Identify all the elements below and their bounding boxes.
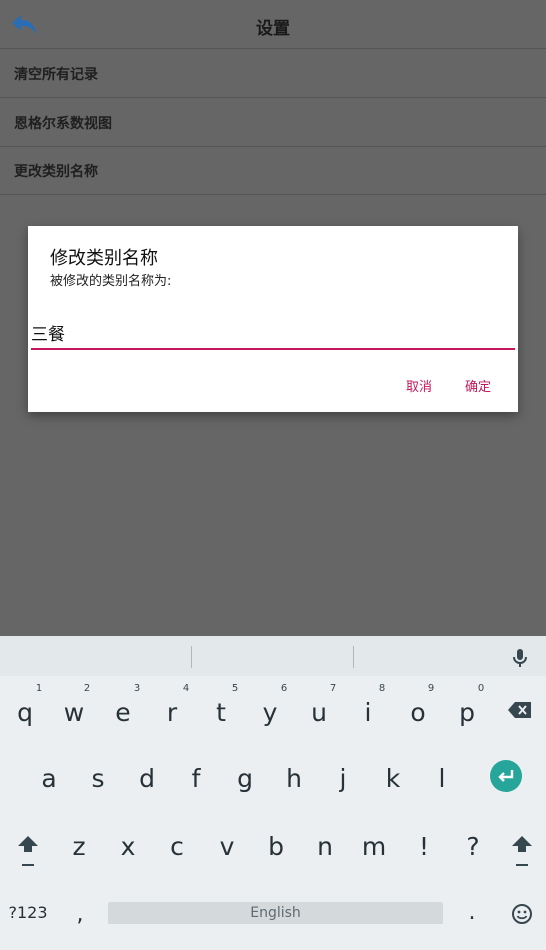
key-r[interactable]: r (160, 698, 184, 727)
key-hint: 2 (83, 683, 91, 694)
key-q[interactable]: q (13, 698, 37, 727)
settings-item-label: 清空所有记录 (14, 67, 98, 83)
key-n[interactable]: n (313, 832, 337, 861)
key-hint: 7 (329, 683, 337, 694)
settings-item-rename-category[interactable]: 更改类别名称 (0, 146, 546, 195)
shift-icon (18, 836, 38, 866)
key-b[interactable]: b (264, 832, 288, 861)
key-u[interactable]: u (307, 698, 331, 727)
shift-key-right[interactable] (508, 832, 536, 874)
backspace-key[interactable] (504, 698, 536, 727)
settings-item-label: 恩格尔系数视图 (14, 116, 112, 132)
space-bar[interactable]: English (108, 902, 443, 924)
settings-item-label: 更改类别名称 (14, 164, 98, 180)
key-d[interactable]: d (135, 764, 159, 793)
mic-icon (513, 649, 527, 667)
backspace-icon (508, 702, 531, 718)
key-hint: 0 (477, 683, 485, 694)
key-hint: 6 (280, 683, 288, 694)
suggestion-strip[interactable] (0, 636, 546, 676)
dialog-title: 修改类别名称 (50, 248, 158, 269)
suggestion-divider (191, 646, 192, 668)
key-m[interactable]: m (360, 832, 388, 861)
key-p[interactable]: p (455, 698, 479, 727)
key-w[interactable]: w (62, 698, 86, 727)
key-hint: 9 (427, 683, 435, 694)
settings-item-engel-view[interactable]: 恩格尔系数视图 (0, 98, 546, 147)
key-x[interactable]: x (116, 832, 140, 861)
soft-keyboard: q w e r t y u i o p 1 2 3 4 5 6 7 8 9 0 … (0, 636, 546, 950)
key-i[interactable]: i (356, 698, 380, 727)
key-y[interactable]: y (258, 698, 282, 727)
key-exclamation[interactable]: ! (412, 832, 436, 861)
key-a[interactable]: a (37, 764, 61, 793)
key-hint: 8 (378, 683, 386, 694)
shift-icon (512, 836, 532, 866)
rename-category-dialog: 修改类别名称 被修改的类别名称为: 取消 确定 (28, 226, 518, 412)
key-s[interactable]: s (86, 764, 110, 793)
key-g[interactable]: g (233, 764, 257, 793)
key-e[interactable]: e (111, 698, 135, 727)
key-j[interactable]: j (331, 764, 355, 793)
suggestion-divider (353, 646, 354, 668)
app-bar: 设置 (0, 0, 546, 49)
emoji-icon (512, 904, 532, 924)
key-hint: 4 (182, 683, 190, 694)
cancel-button[interactable]: 取消 (406, 376, 432, 395)
key-hint: 1 (35, 683, 43, 694)
symbols-key[interactable]: ?123 (4, 903, 52, 922)
comma-key[interactable]: , (68, 902, 92, 927)
settings-item-clear-records[interactable]: 清空所有记录 (0, 49, 546, 98)
key-t[interactable]: t (209, 698, 233, 727)
key-f[interactable]: f (184, 764, 208, 793)
key-v[interactable]: v (215, 832, 239, 861)
key-question[interactable]: ? (461, 832, 485, 861)
confirm-button[interactable]: 确定 (465, 376, 491, 395)
key-z[interactable]: z (67, 832, 91, 861)
emoji-key[interactable] (510, 902, 534, 931)
key-h[interactable]: h (282, 764, 306, 793)
key-hint: 5 (231, 683, 239, 694)
enter-arrow-icon (498, 770, 514, 782)
key-hint: 3 (133, 683, 141, 694)
enter-key[interactable] (490, 760, 522, 792)
key-o[interactable]: o (406, 698, 430, 727)
shift-key-left[interactable] (14, 832, 42, 874)
category-name-input[interactable] (31, 319, 515, 350)
mic-button[interactable] (508, 646, 532, 670)
key-l[interactable]: l (430, 764, 454, 793)
key-c[interactable]: c (165, 832, 189, 861)
dialog-subtitle: 被修改的类别名称为: (50, 274, 172, 289)
page-title: 设置 (256, 19, 290, 39)
key-k[interactable]: k (381, 764, 405, 793)
period-key[interactable]: . (460, 900, 484, 925)
